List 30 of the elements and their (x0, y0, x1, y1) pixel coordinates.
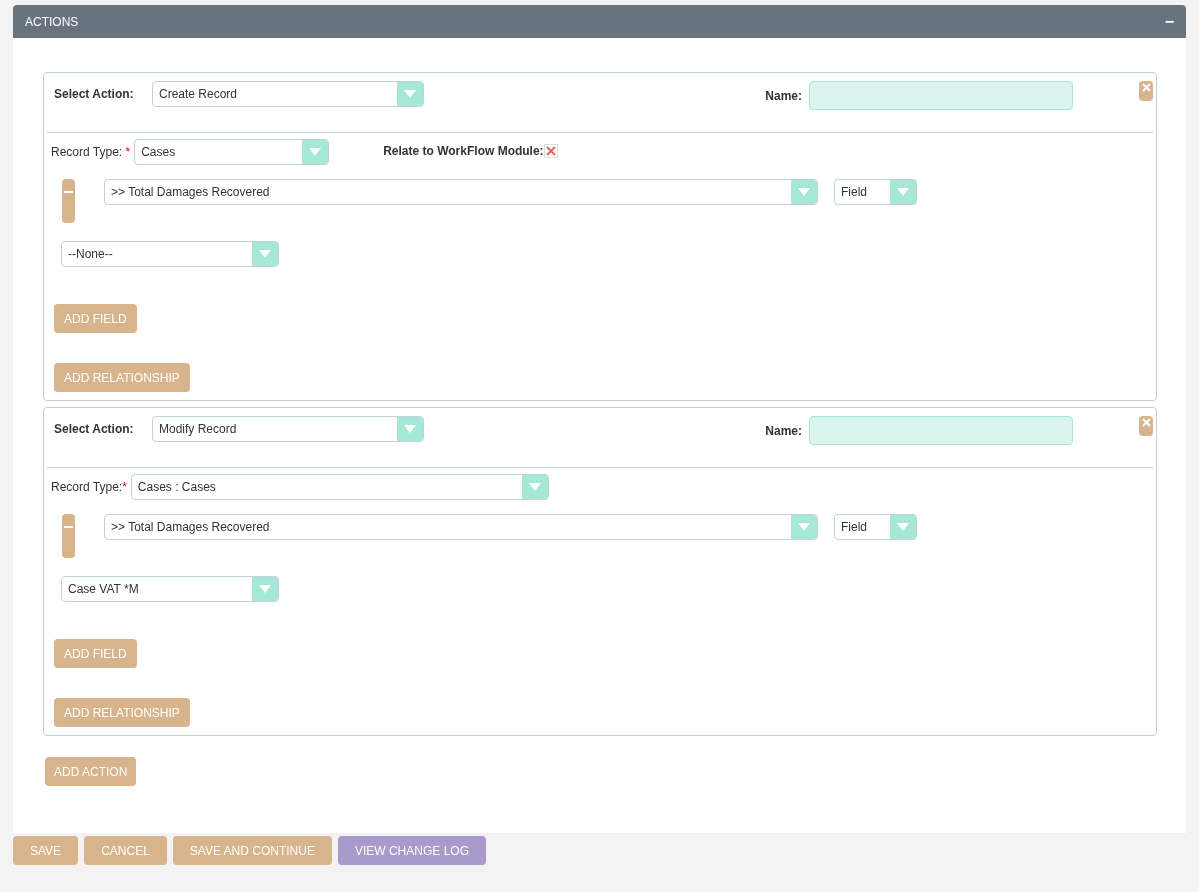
remove-field-button[interactable] (62, 514, 75, 558)
name-input[interactable] (809, 416, 1073, 445)
field-label: Name: (765, 423, 802, 440)
action-select[interactable]: Modify Record (152, 416, 424, 442)
relationship-select[interactable]: --None-- (61, 241, 279, 267)
record-type-select[interactable]: Cases (134, 139, 330, 165)
name-input[interactable] (809, 81, 1073, 110)
field-label: Relate to WorkFlow Module: (383, 143, 544, 160)
module-field-select[interactable]: >> Total Damages Recovered (104, 514, 818, 540)
remove-field-button[interactable] (62, 179, 75, 223)
panel-title: ACTIONS (25, 13, 79, 31)
close-button[interactable] (1139, 416, 1153, 436)
field-label: Name: (765, 88, 802, 105)
action-select[interactable]: Create Record (152, 81, 424, 107)
field-label: Record Type: * (51, 144, 131, 161)
field-label: Select Action: (54, 86, 135, 103)
field-label: Record Type:* (51, 479, 127, 496)
x-icon[interactable] (543, 144, 558, 158)
record-type-select[interactable]: Cases : Cases (130, 474, 549, 500)
minus-icon (64, 191, 73, 193)
minus-icon (64, 526, 73, 528)
close-icon (1141, 418, 1151, 427)
field-label: Select Action: (54, 421, 135, 438)
collapse-button[interactable]: − (1164, 9, 1174, 34)
module-field-select[interactable]: >> Total Damages Recovered (104, 179, 818, 205)
close-icon (1141, 83, 1151, 92)
close-button[interactable] (1139, 81, 1153, 101)
value-type-select[interactable]: Field (834, 179, 917, 205)
relationship-select[interactable]: Case VAT *M (61, 576, 279, 602)
value-type-select[interactable]: Field (834, 514, 917, 540)
